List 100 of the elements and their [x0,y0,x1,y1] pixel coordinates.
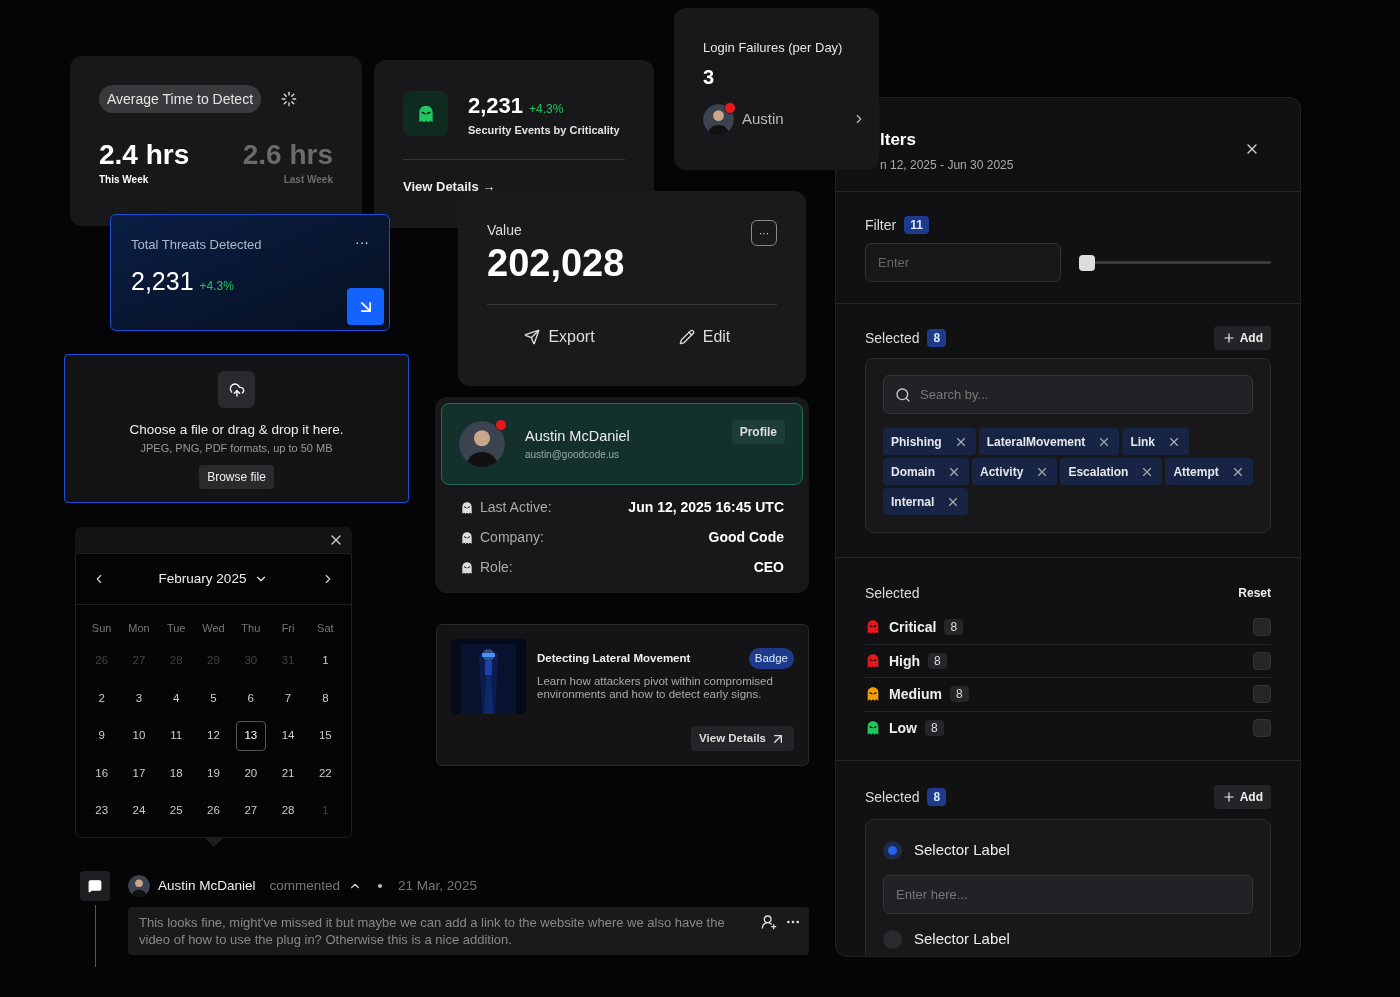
severity-label: Medium [889,685,942,705]
calendar-day[interactable]: 2 [86,683,117,714]
calendar-day[interactable]: 5 [198,683,229,714]
view-details-link[interactable]: View Details → [403,179,625,193]
slider-thumb[interactable] [1079,254,1095,271]
count-badge: 8 [928,652,947,669]
search-icon [895,386,911,403]
calendar-day[interactable]: 10 [123,720,154,751]
calendar-day[interactable]: 9 [86,720,117,751]
add-button[interactable]: Add [1213,326,1271,350]
calendar-day[interactable]: 17 [123,758,154,789]
month-selector[interactable]: February 2025 [158,568,269,590]
add-button[interactable]: Add [1213,785,1271,809]
calendar-day[interactable]: 11 [161,720,192,751]
detail-value: CEO [753,558,784,577]
profile-email: austin@goodcode.us [525,448,621,463]
calendar-day[interactable]: 15 [310,720,341,751]
upload-hint: JPEG, PNG, PDF formats, up to 50 MB [140,441,333,457]
plus-icon [1221,331,1236,345]
checkbox[interactable] [1253,685,1271,704]
calendar-day[interactable]: 21 [273,758,304,789]
detail-value: Good Code [708,528,784,547]
avatar [703,103,734,135]
detail-value: Jun 12, 2025 16:45 UTC [628,498,784,517]
change-label: +4.3% [199,277,234,294]
panel-title: lters [880,129,917,151]
calendar-day[interactable]: 7 [273,683,304,714]
calendar-day[interactable]: 19 [198,758,229,789]
checkbox[interactable] [1253,651,1271,670]
comment-text: This looks fine, might've missed it but maybe we can add a link to the website where we also have the video of how to use the plug in? Otherwise this is a nice addition. [139,914,726,948]
calendar-day[interactable]: 14 [273,720,304,751]
metric-value: 2,231 [131,265,194,297]
calendar-day[interactable]: 16 [86,758,117,789]
filter-input[interactable]: Enter [865,243,1061,282]
course-badge: Badge [748,648,794,670]
stat-label: This Week [99,173,150,187]
metric-value: 202,028 [487,241,625,286]
weekday-label: Tue [166,620,186,636]
filter-tag[interactable]: Link [1122,428,1190,455]
upload-title: Choose a file or drag & drop it here. [129,421,344,439]
avatar [459,421,505,467]
calendar-day[interactable]: 25 [161,795,192,826]
calendar-day[interactable]: 12 [198,720,229,751]
stat-value: 2.6 hrs [242,138,333,172]
filter-tag[interactable]: Internal [883,488,969,515]
calendar-day[interactable]: 23 [86,795,117,826]
checkbox[interactable] [1253,719,1271,738]
comment-date: 21 Mar, 2025 [398,876,477,895]
calendar-day[interactable]: 24 [123,795,154,826]
section-label: Selected [865,788,920,807]
section-label: Selected [865,329,920,348]
weekday-label: Thu [241,620,261,636]
calendar-day[interactable]: 28 [273,795,304,826]
calendar-day[interactable]: 13 [235,720,266,751]
filter-tag[interactable]: LateralMovement [978,428,1120,455]
weekday-label: Fri [281,620,295,636]
calendar-day[interactable]: 6 [235,683,266,714]
course-title: Detecting Lateral Movement [537,651,691,666]
metric-chip[interactable]: Average Time to Detect [99,85,262,113]
course-description: Learn how attackers pivot within compromised environments and how to detect early signs. [537,675,774,702]
export-button[interactable]: Export [487,324,632,349]
search-field[interactable]: Search by... [883,375,1253,414]
more-button[interactable]: ··· [751,220,777,246]
calendar-day[interactable]: 22 [310,758,341,789]
calendar-day[interactable]: 8 [310,683,341,714]
add-user-icon[interactable] [761,914,777,930]
edit-button[interactable]: Edit [632,324,777,349]
stat-value: 2.4 hrs [99,138,190,172]
filter-tag[interactable]: Attempt [1165,458,1253,485]
filter-tag[interactable]: Phishing [883,428,976,455]
checkbox[interactable] [1253,618,1271,637]
severity-label: High [889,651,921,671]
view-details-button[interactable]: View Details [691,726,794,752]
comment-author: Austin McDaniel [158,876,256,895]
calendar-day[interactable]: 3 [123,683,154,714]
more-button[interactable]: ··· [355,235,369,255]
weekday-label: Wed [202,620,225,636]
calendar-day[interactable]: 4 [161,683,192,714]
reset-button[interactable]: Reset [1238,585,1271,601]
open-button[interactable] [347,288,384,325]
calendar-day[interactable]: 20 [235,758,266,789]
filter-tag[interactable]: Escalation [1060,458,1163,485]
weekday-label: Mon [128,620,150,636]
calendar-day[interactable]: 1 [310,645,341,676]
slider[interactable] [1079,254,1271,271]
browse-file-button[interactable]: Browse file [199,464,274,489]
profile-button[interactable]: Profile [731,420,785,444]
ghost-icon [460,530,474,545]
radio-button[interactable] [883,840,902,860]
comment-action: commented [269,876,341,895]
calendar-day[interactable]: 27 [235,795,266,826]
filter-tag[interactable]: Activity [972,458,1058,485]
send-icon [524,328,541,345]
upload-dropzone[interactable]: Choose a file or drag & drop it here. JPEG, PNG, PDF formats, up to 50 MB Browse file [64,354,409,503]
option-input[interactable]: Enter here... [883,875,1253,914]
ghost-icon [460,560,474,575]
filter-tag[interactable]: Domain [883,458,969,485]
calendar-day[interactable]: 26 [198,795,229,826]
spinner-icon [281,91,298,107]
calendar-day[interactable]: 18 [161,758,192,789]
